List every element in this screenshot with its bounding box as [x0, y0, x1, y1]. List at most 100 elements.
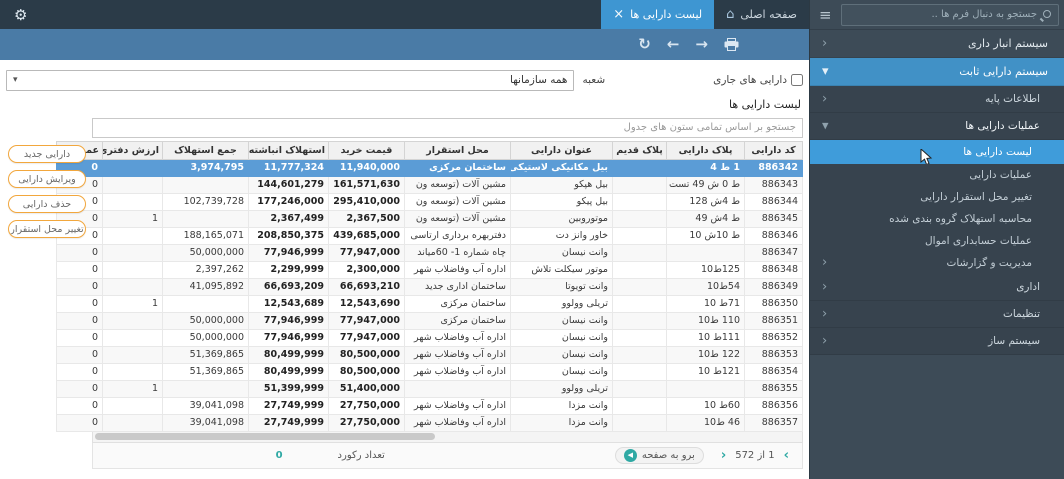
- table-cell: 122 ط10: [667, 346, 745, 363]
- table-row[interactable]: 886345ط 4ش 49موتوروبینمشین آلات (توسعه و…: [57, 210, 803, 227]
- table-row[interactable]: 886353122 ط10وانت نیساناداره آب وفاضلاب …: [57, 346, 803, 363]
- sidebar-item[interactable]: سیستم ساز ‹: [810, 328, 1064, 355]
- refresh-icon[interactable]: ↻: [638, 37, 651, 52]
- tab-bar: صفحه اصلی ⌂ لیست دارایی ها × ⚙: [0, 0, 809, 29]
- forward-icon[interactable]: →: [695, 37, 708, 52]
- sidebar-item[interactable]: عملیات دارایی: [810, 164, 1064, 186]
- sidebar-item[interactable]: محاسبه استهلاک گروه بندی شده: [810, 208, 1064, 230]
- chevron-down-icon: ▾: [13, 75, 18, 85]
- table-cell: [613, 244, 667, 261]
- column-header[interactable]: عنوان دارایی: [511, 141, 613, 159]
- chevron-left-icon: ‹: [822, 86, 827, 113]
- table-row[interactable]: 8863421 ط 4بیل مکانیکی لاستیکیساختمان مر…: [57, 159, 803, 176]
- table-cell: 27,750,000: [329, 397, 405, 414]
- app-window: ≡ سیستم انبار داری‹سیستم دارایی ثابت▾اطل…: [0, 0, 1064, 479]
- table-cell: [103, 278, 163, 295]
- cursor-icon: [920, 149, 933, 164]
- sidebar-item[interactable]: مدیریت و گزارشات‹: [810, 252, 1064, 274]
- record-count-value: 0: [276, 450, 283, 461]
- sidebar-item-asset-list-selected[interactable]: لیست دارایی ها: [810, 140, 1064, 164]
- table-row[interactable]: 88635746 ط10وانت مزدااداره آب وفاضلاب شه…: [57, 414, 803, 431]
- main-area: صفحه اصلی ⌂ لیست دارایی ها × ⚙ → ← ↻: [0, 0, 809, 479]
- table-row[interactable]: 886351110 ط10وانت نیسانساختمان مرکزی77,9…: [57, 312, 803, 329]
- print-icon[interactable]: [724, 38, 739, 51]
- column-header[interactable]: استهلاک انباشته: [249, 141, 329, 159]
- gear-icon[interactable]: ⚙: [0, 6, 41, 24]
- horizontal-scrollbar[interactable]: [92, 432, 803, 443]
- sidebar-item[interactable]: عملیات دارایی ها▾: [810, 113, 1064, 140]
- table-cell: تریلی وولوو: [511, 295, 613, 312]
- tab-asset-list[interactable]: لیست دارایی ها ×: [601, 0, 714, 29]
- table-cell: [163, 295, 249, 312]
- table-cell: وانت نیسان: [511, 346, 613, 363]
- table-cell: 1 ط 4: [667, 159, 745, 176]
- hamburger-menu-icon[interactable]: ≡: [815, 6, 836, 24]
- sidebar-item[interactable]: اطلاعات پایه‹: [810, 86, 1064, 113]
- scrollbar-thumb[interactable]: [95, 433, 435, 440]
- table-row[interactable]: 886346ط 10ش 10خاور وانز دتدفتربهره بردار…: [57, 227, 803, 244]
- table-row[interactable]: 886352111ط 10وانت نیساناداره آب وفاضلاب …: [57, 329, 803, 346]
- table-cell: 80,499,999: [249, 346, 329, 363]
- table-cell: موتوروبین: [511, 210, 613, 227]
- go-to-page-button[interactable]: برو به صفحه ◀: [615, 447, 704, 464]
- current-assets-checkbox-group[interactable]: دارایی های جاری: [713, 74, 803, 86]
- table-row[interactable]: 886347وانت نیسانچاه شماره 1- 60میاند77,9…: [57, 244, 803, 261]
- chevron-left-icon[interactable]: ‹: [721, 449, 726, 462]
- current-assets-checkbox[interactable]: [791, 74, 803, 86]
- sidebar-item[interactable]: تنظیمات‹: [810, 301, 1064, 328]
- table-cell: 886343: [745, 176, 803, 193]
- new-asset-button[interactable]: دارایی جدید: [8, 145, 86, 163]
- column-header[interactable]: جمع استهلاک: [163, 141, 249, 159]
- table-cell: 41,095,892: [163, 278, 249, 295]
- table-cell: 12,543,690: [329, 295, 405, 312]
- table-cell: [103, 346, 163, 363]
- table-cell: 208,850,375: [249, 227, 329, 244]
- table-cell: 51,369,865: [163, 363, 249, 380]
- chevron-left-icon: ‹: [822, 328, 827, 355]
- column-header[interactable]: پلاک دارایی: [667, 141, 745, 159]
- sidebar-item[interactable]: عملیات حسابداری اموال: [810, 230, 1064, 252]
- table-cell: 2,299,999: [249, 261, 329, 278]
- table-cell: 3,974,795: [163, 159, 249, 176]
- change-location-button[interactable]: تغییر محل استقرار: [8, 220, 86, 238]
- table-row[interactable]: 886344ط 4ش 128بیل پیکومشین آلات (توسعه و…: [57, 193, 803, 210]
- table-row[interactable]: 886343ط 0 ش 49 تستبیل هپکومشین آلات (توس…: [57, 176, 803, 193]
- close-icon[interactable]: ×: [613, 7, 624, 22]
- sidebar-item[interactable]: تغییر محل استقرار دارایی: [810, 186, 1064, 208]
- delete-asset-button[interactable]: حذف دارایی: [8, 195, 86, 213]
- column-header[interactable]: ارزش دفتری: [103, 141, 163, 159]
- table-row[interactable]: 88634954ط10وانت تویوتاساختمان اداری جدید…: [57, 278, 803, 295]
- edit-asset-button[interactable]: ویرایش دارایی: [8, 170, 86, 188]
- column-header[interactable]: قیمت خرید: [329, 141, 405, 159]
- table-row[interactable]: 88635660ط 10وانت مزدااداره آب وفاضلاب شه…: [57, 397, 803, 414]
- table-row[interactable]: 886348125ط10موتور سیکلت تلاشاداره آب وفا…: [57, 261, 803, 278]
- table-cell: 77,947,000: [329, 329, 405, 346]
- table-cell: 11,777,324: [249, 159, 329, 176]
- table-row[interactable]: 88635071ط 10تریلی وولووساختمان مرکزی12,5…: [57, 295, 803, 312]
- back-icon[interactable]: ←: [667, 37, 680, 52]
- table-search-input[interactable]: [92, 118, 803, 138]
- sidebar-item[interactable]: سیستم دارایی ثابت▾: [810, 58, 1064, 86]
- record-count: تعداد رکورد 0: [276, 450, 385, 461]
- sidebar-search-input[interactable]: [846, 9, 1037, 20]
- column-header[interactable]: کد دارایی: [745, 141, 803, 159]
- sidebar-item[interactable]: سیستم انبار داری‹: [810, 30, 1064, 58]
- table-cell: اداره آب وفاضلاب شهر: [405, 363, 511, 380]
- current-assets-label: دارایی های جاری: [713, 74, 787, 86]
- table-cell: اداره آب وفاضلاب شهر: [405, 346, 511, 363]
- tab-home[interactable]: صفحه اصلی ⌂: [714, 0, 809, 29]
- chevron-right-icon[interactable]: ›: [784, 449, 789, 462]
- sidebar-item-label: سیستم ساز: [988, 335, 1040, 347]
- table-row[interactable]: 886354121ط 10وانت نیساناداره آب وفاضلاب …: [57, 363, 803, 380]
- tabbar-spacer: [41, 0, 601, 29]
- table-cell: 177,246,000: [249, 193, 329, 210]
- branch-select[interactable]: همه سازمانها ▾: [6, 70, 574, 91]
- column-header[interactable]: پلاک قدیم: [613, 141, 667, 159]
- sidebar-item-label: اداری: [1016, 281, 1040, 293]
- table-cell: 886344: [745, 193, 803, 210]
- table-row[interactable]: 886355تریلی وولوو51,400,00051,399,99910: [57, 380, 803, 397]
- column-header[interactable]: محل استقرار: [405, 141, 511, 159]
- sidebar-item[interactable]: اداری‹: [810, 274, 1064, 301]
- table-cell: 886351: [745, 312, 803, 329]
- table-cell: 295,410,000: [329, 193, 405, 210]
